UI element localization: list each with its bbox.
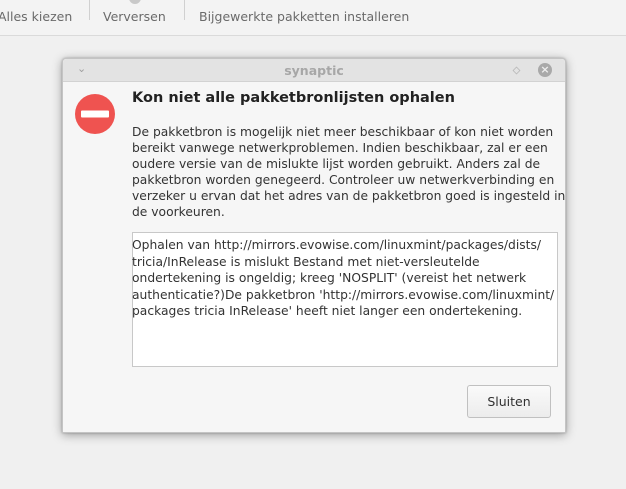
dialog-message: De pakketbron is mogelijk niet meer besc… [132, 124, 566, 220]
error-details-textarea[interactable]: Ophalen van http://mirrors.evowise.com/l… [132, 232, 558, 367]
details-line: packages tricia InRelease' heeft niet la… [132, 304, 523, 318]
message-line: bereikt vanwege netwerkproblemen. Indien… [132, 141, 548, 155]
details-line: ondertekening is ongeldig; kreeg 'NOSPLI… [132, 271, 527, 285]
close-icon[interactable]: × [538, 63, 552, 77]
toolbar-separator [184, 0, 185, 20]
refresh-icon [129, 0, 141, 4]
details-line: tricia/InRelease is mislukt Bestand met … [132, 254, 480, 269]
main-toolbar: Alles kiezen Verversen Bijgewerkte pakke… [0, 0, 626, 36]
select-all-button[interactable]: Alles kiezen [0, 9, 72, 24]
error-dialog: ⌄ synaptic × Kon niet alle pakketbronlij… [62, 58, 566, 433]
error-icon [75, 94, 115, 134]
dialog-titlebar[interactable]: ⌄ synaptic × [63, 59, 565, 82]
refresh-button[interactable]: Verversen [103, 9, 166, 24]
toolbar-separator [89, 0, 90, 20]
message-line: pakketbron worden genegeerd. Controleer … [132, 173, 555, 187]
details-line: authenticatie?)De pakketbron 'http://mir… [132, 287, 555, 302]
message-line: de voorkeuren. [132, 205, 225, 219]
install-updates-button[interactable]: Bijgewerkte pakketten installeren [199, 9, 409, 24]
dialog-heading: Kon niet alle pakketbronlijsten ophalen [132, 90, 455, 106]
details-line: Ophalen van http://mirrors.evowise.com/l… [132, 238, 542, 252]
message-line: oudere versie van de mislukte lijst word… [132, 157, 541, 171]
close-button[interactable]: Sluiten [467, 385, 551, 418]
message-line: verzeker u ervan dat het adres van de pa… [132, 189, 566, 203]
message-line: De pakketbron is mogelijk niet meer besc… [132, 125, 554, 139]
dialog-title: synaptic [284, 63, 344, 78]
